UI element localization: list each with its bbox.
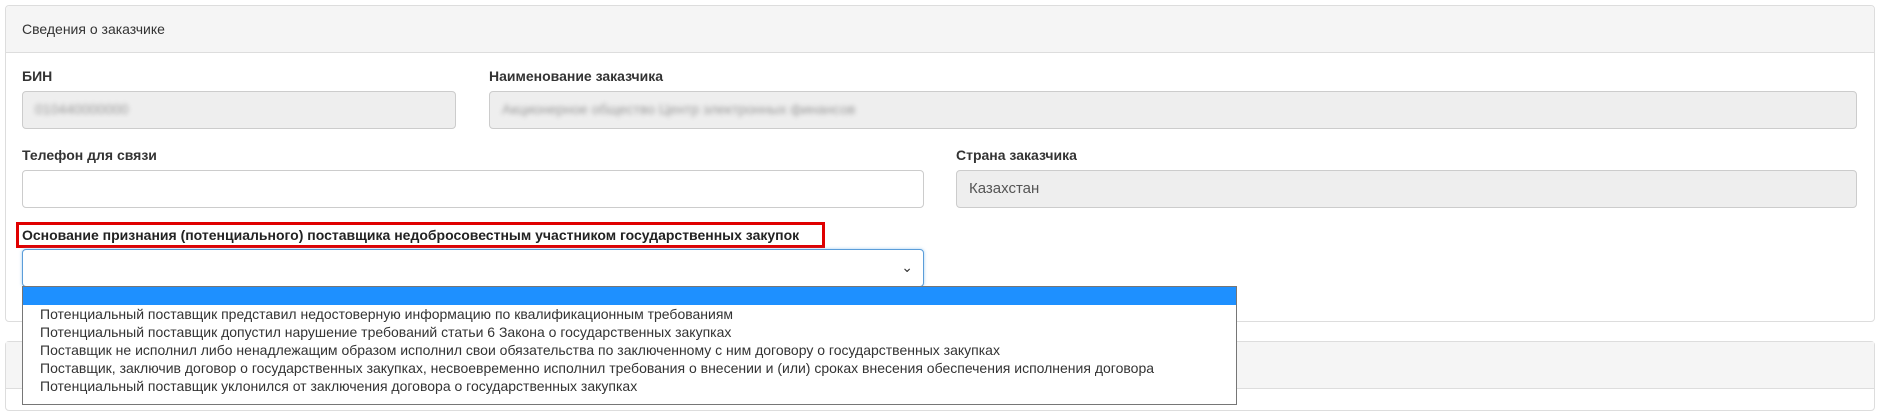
basis-label-highlight: Основание признания (потенциального) пос… xyxy=(16,222,825,248)
panel-title: Сведения о заказчике xyxy=(22,21,165,37)
option-late-security[interactable]: Поставщик, заключив договор о государств… xyxy=(23,359,1236,377)
basis-options-list[interactable]: Потенциальный поставщик представил недос… xyxy=(22,286,1237,405)
chevron-down-icon: ⌄ xyxy=(901,259,913,275)
customer-name-label: Наименование заказчика xyxy=(489,68,664,84)
phone-input[interactable] xyxy=(22,170,924,208)
country-value: Казахстан xyxy=(969,180,1040,197)
country-label: Страна заказчика xyxy=(956,147,1077,163)
basis-select[interactable]: ⌄ xyxy=(22,249,924,287)
option-evaded-contract[interactable]: Потенциальный поставщик уклонился от зак… xyxy=(23,377,1236,395)
country-field[interactable]: Казахстан xyxy=(956,170,1857,208)
option-empty[interactable] xyxy=(23,287,1236,305)
bin-label: БИН xyxy=(22,68,53,84)
panel-heading: Сведения о заказчике xyxy=(6,6,1874,53)
basis-label: Основание признания (потенциального) пос… xyxy=(22,227,800,243)
customer-name-value: Акционерное общество Центр электронных ф… xyxy=(502,101,856,117)
bin-value: 010440000000 xyxy=(35,101,129,117)
option-unreliable-info[interactable]: Потенциальный поставщик представил недос… xyxy=(23,305,1236,323)
phone-label: Телефон для связи xyxy=(22,147,157,163)
option-contract-nonperformance[interactable]: Поставщик не исполнил либо ненадлежащим … xyxy=(23,341,1236,359)
customer-name-field[interactable]: Акционерное общество Центр электронных ф… xyxy=(489,91,1857,129)
option-article-6-violation[interactable]: Потенциальный поставщик допустил нарушен… xyxy=(23,323,1236,341)
bin-field[interactable]: 010440000000 xyxy=(22,91,456,129)
